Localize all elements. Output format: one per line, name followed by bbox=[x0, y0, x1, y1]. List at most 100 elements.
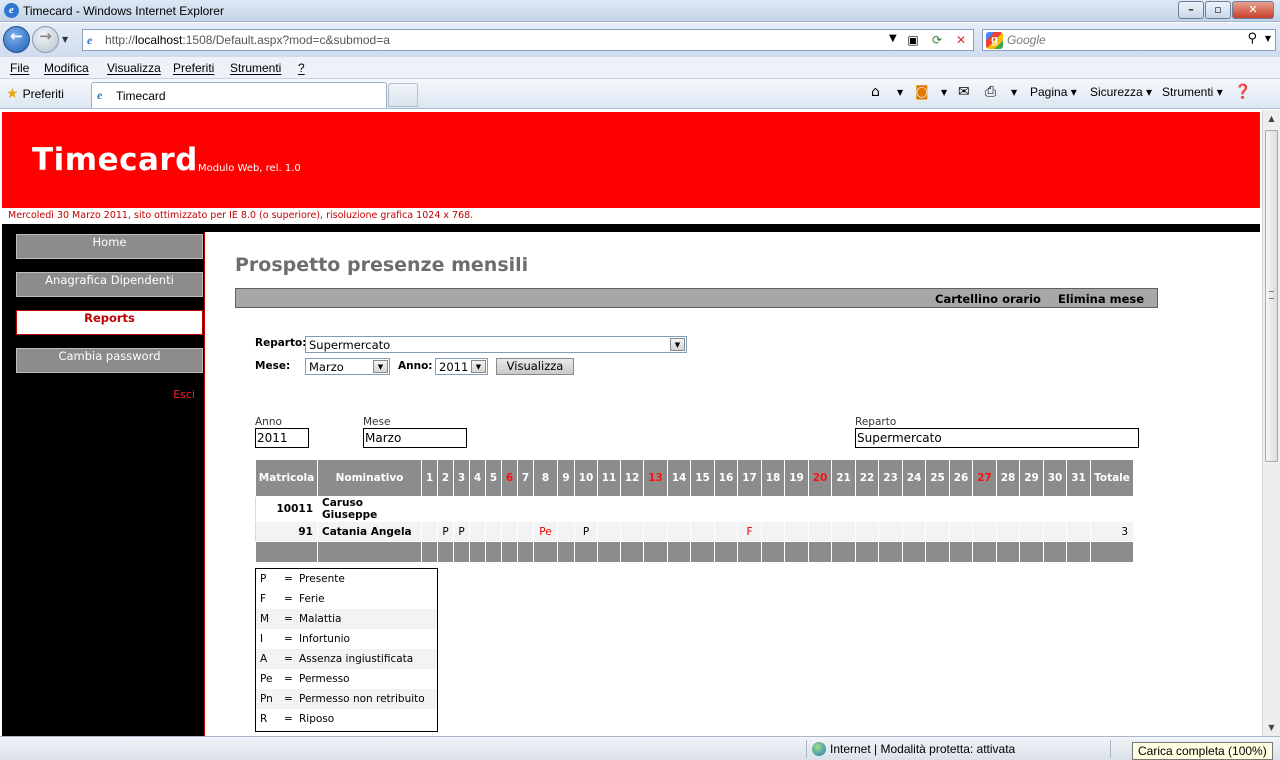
sidebar-item-home[interactable]: Home bbox=[16, 234, 203, 259]
footer-cell bbox=[485, 541, 502, 563]
security-zone: Internet | Modalità protetta: attivata bbox=[812, 742, 1015, 756]
legend-code: A bbox=[260, 653, 268, 665]
scroll-down-icon[interactable]: ▼ bbox=[1263, 719, 1280, 736]
scroll-up-icon[interactable]: ▲ bbox=[1263, 110, 1280, 127]
favorites-button[interactable]: ★ Preferiti bbox=[6, 85, 64, 102]
site-version: Modulo Web, rel. 1.0 bbox=[198, 163, 301, 174]
cell-day bbox=[855, 496, 879, 522]
cell-day bbox=[485, 521, 502, 542]
maximize-button[interactable]: ▫ bbox=[1205, 1, 1231, 19]
url-dropdown-icon[interactable]: ▼ bbox=[889, 33, 897, 44]
department-select[interactable]: Supermercato ▼ bbox=[305, 336, 687, 353]
month-select[interactable]: Marzo ▼ bbox=[305, 358, 390, 375]
visualizza-button[interactable]: Visualizza bbox=[496, 358, 574, 375]
sidebar-item-reports[interactable]: Reports bbox=[16, 310, 203, 335]
footer-cell bbox=[808, 541, 832, 563]
menu-modifica[interactable]: Modifica bbox=[44, 61, 89, 75]
compatibility-view-icon[interactable]: ▣ bbox=[905, 32, 921, 48]
legend-item: R = Riposo bbox=[256, 709, 437, 729]
col-header-day: 16 bbox=[714, 459, 738, 497]
footer-cell bbox=[972, 541, 997, 563]
mail-icon[interactable]: ✉ bbox=[958, 84, 970, 100]
col-header-day: 3 bbox=[453, 459, 470, 497]
cell-day bbox=[597, 496, 621, 522]
col-header-day: 8 bbox=[533, 459, 558, 497]
forward-button[interactable]: → bbox=[32, 26, 59, 53]
delete-month-link[interactable]: Elimina mese bbox=[1058, 292, 1144, 306]
legend-equals: = bbox=[284, 613, 293, 625]
sidebar-item-anagrafica[interactable]: Anagrafica Dipendenti bbox=[16, 272, 203, 297]
col-header-day: 14 bbox=[667, 459, 691, 497]
summary-month-caption: Mese bbox=[363, 416, 391, 428]
col-header-day: 23 bbox=[878, 459, 903, 497]
menu-visualizza[interactable]: Visualizza bbox=[107, 61, 161, 75]
search-icon[interactable]: ⚲ bbox=[1247, 31, 1257, 46]
cell-day bbox=[925, 521, 950, 542]
address-bar: ← → ▼ e http://localhost:1508/Default.as… bbox=[0, 23, 1280, 57]
legend-item: A = Assenza ingiustificata bbox=[256, 649, 437, 669]
home-icon[interactable]: ⌂ bbox=[871, 84, 880, 100]
vertical-scrollbar[interactable]: ▲ ▼ bbox=[1262, 110, 1280, 736]
print-dropdown-icon[interactable]: ▼ bbox=[1011, 88, 1017, 97]
back-button[interactable]: ← bbox=[3, 26, 30, 53]
home-dropdown-icon[interactable]: ▼ bbox=[897, 88, 903, 97]
cell-day bbox=[690, 496, 715, 522]
footer-cell bbox=[453, 541, 470, 563]
menu-file[interactable]: File bbox=[10, 61, 29, 75]
rss-feed-icon[interactable]: ◙ bbox=[915, 84, 929, 100]
stop-icon[interactable]: ✕ bbox=[953, 32, 969, 48]
summary-year-field: 2011 bbox=[255, 428, 309, 448]
menu-preferiti[interactable]: Preferiti bbox=[173, 61, 214, 75]
department-select-value: Supermercato bbox=[309, 338, 391, 352]
footer-cell bbox=[620, 541, 644, 563]
cell-day bbox=[1019, 521, 1044, 542]
summary-year-caption: Anno bbox=[255, 416, 282, 428]
status-bar: Internet | Modalità protetta: attivata bbox=[0, 736, 1280, 760]
feed-dropdown-icon[interactable]: ▼ bbox=[941, 88, 947, 97]
url-input[interactable]: e http://localhost:1508/Default.aspx?mod… bbox=[82, 29, 974, 51]
tab-timecard[interactable]: e Timecard bbox=[91, 82, 387, 108]
cell-day bbox=[597, 521, 621, 542]
footer-cell bbox=[421, 541, 438, 563]
footer-cell bbox=[533, 541, 558, 563]
window-controls: – ▫ ✕ bbox=[1177, 1, 1274, 19]
legend-code: Pn bbox=[260, 693, 273, 705]
tools-menu[interactable]: Strumenti ▾ bbox=[1162, 85, 1223, 99]
window-title: Timecard - Windows Internet Explorer bbox=[23, 4, 224, 18]
legend-item: P = Presente bbox=[256, 569, 437, 589]
legend-box: P = Presente F = Ferie M = Malattia I = Infortunio A… bbox=[255, 568, 438, 732]
menu-strumenti[interactable]: Strumenti bbox=[230, 61, 281, 75]
footer-cell bbox=[437, 541, 454, 563]
minimize-button[interactable]: – bbox=[1178, 1, 1204, 19]
scrollbar-thumb[interactable] bbox=[1265, 130, 1278, 462]
cell-totale bbox=[1090, 496, 1134, 522]
security-menu[interactable]: Sicurezza ▾ bbox=[1090, 85, 1152, 99]
footer-cell bbox=[597, 541, 621, 563]
close-window-button[interactable]: ✕ bbox=[1232, 1, 1274, 19]
legend-code: P bbox=[260, 573, 267, 585]
footer-cell bbox=[667, 541, 691, 563]
col-header-day: 6 bbox=[501, 459, 518, 497]
cell-day bbox=[996, 496, 1020, 522]
print-icon[interactable]: ⎙ bbox=[985, 84, 996, 100]
search-dropdown-icon[interactable]: ▼ bbox=[1265, 34, 1271, 43]
logout-link[interactable]: Esci bbox=[173, 388, 195, 401]
page-menu[interactable]: Pagina ▾ bbox=[1030, 85, 1077, 99]
footer-cell bbox=[831, 541, 856, 563]
history-dropdown-icon[interactable]: ▼ bbox=[62, 35, 68, 44]
menu-help[interactable]: ? bbox=[298, 61, 305, 75]
legend-item: F = Ferie bbox=[256, 589, 437, 609]
footer-cell bbox=[1066, 541, 1091, 563]
year-select[interactable]: 2011 ▼ bbox=[435, 358, 488, 375]
table-footer-row bbox=[255, 541, 1134, 563]
new-tab-button[interactable] bbox=[388, 83, 418, 107]
search-input[interactable]: g Google ⚲ ▼ bbox=[982, 29, 1276, 51]
refresh-icon[interactable]: ⟳ bbox=[929, 32, 945, 48]
sidebar-item-cambia-password[interactable]: Cambia password bbox=[16, 348, 203, 373]
cell-day bbox=[557, 496, 575, 522]
help-icon[interactable]: ❓ bbox=[1234, 84, 1251, 100]
cell-day bbox=[972, 521, 997, 542]
col-header-day: 29 bbox=[1019, 459, 1044, 497]
timecard-link[interactable]: Cartellino orario bbox=[935, 292, 1041, 306]
cell-day bbox=[784, 521, 809, 542]
